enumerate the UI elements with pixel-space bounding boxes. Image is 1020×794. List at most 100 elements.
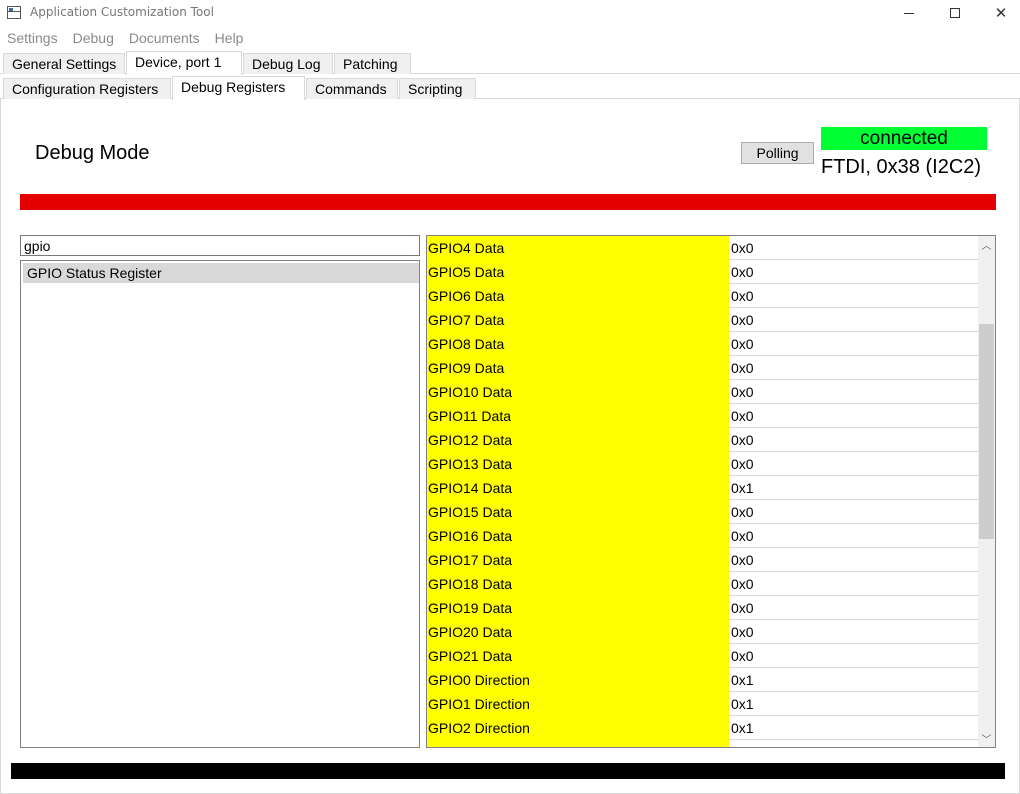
table-row[interactable]: GPIO21 Data 0x0: [427, 644, 978, 668]
tab-general-settings[interactable]: General Settings: [3, 53, 125, 74]
tab-patching[interactable]: Patching: [334, 53, 411, 74]
table-row[interactable]: GPIO8 Data 0x0: [427, 332, 978, 356]
device-tab-strip: General Settings Device, port 1 Debug Lo…: [0, 51, 1020, 75]
field-value-cell[interactable]: 0x0: [730, 524, 978, 548]
maximize-button[interactable]: [932, 0, 978, 26]
field-value-cell[interactable]: 0x0: [730, 260, 978, 284]
field-name-cell: [427, 740, 729, 747]
field-name-cell: GPIO21 Data: [427, 644, 729, 668]
field-name-cell: GPIO18 Data: [427, 572, 729, 596]
field-value-cell[interactable]: 0x0: [730, 356, 978, 380]
table-row[interactable]: GPIO6 Data 0x0: [427, 284, 978, 308]
scroll-up-icon[interactable]: ︿: [978, 236, 995, 253]
field-name-cell: GPIO9 Data: [427, 356, 729, 380]
field-name-cell: GPIO1 Direction: [427, 692, 729, 716]
field-value-cell[interactable]: [730, 740, 978, 747]
tab-commands[interactable]: Commands: [306, 78, 398, 99]
table-row[interactable]: GPIO10 Data 0x0: [427, 380, 978, 404]
connection-status-badge: connected: [821, 127, 987, 150]
field-name-cell: GPIO10 Data: [427, 380, 729, 404]
table-row[interactable]: GPIO9 Data 0x0: [427, 356, 978, 380]
close-button[interactable]: ✕: [978, 0, 1020, 26]
table-row[interactable]: GPIO4 Data 0x0: [427, 236, 978, 260]
table-row[interactable]: GPIO18 Data 0x0: [427, 572, 978, 596]
menu-help[interactable]: Help: [208, 27, 251, 49]
table-row[interactable]: GPIO2 Direction 0x1: [427, 716, 978, 740]
field-value-cell[interactable]: 0x1: [730, 668, 978, 692]
field-value-cell[interactable]: 0x0: [730, 428, 978, 452]
field-name-cell: GPIO2 Direction: [427, 716, 729, 740]
field-value-cell[interactable]: 0x0: [730, 236, 978, 260]
tab-debug-registers[interactable]: Debug Registers: [172, 76, 305, 100]
table-row[interactable]: GPIO7 Data 0x0: [427, 308, 978, 332]
register-field-grid: GPIO4 Data 0x0 GPIO5 Data 0x0 GPIO6 Data 0x0 G…: [426, 235, 996, 748]
field-name-cell: GPIO19 Data: [427, 596, 729, 620]
register-tab-strip: Configuration Registers Debug Registers …: [0, 76, 1020, 100]
table-row[interactable]: GPIO13 Data 0x0: [427, 452, 978, 476]
field-value-cell[interactable]: 0x1: [730, 716, 978, 740]
register-search-input[interactable]: [20, 235, 420, 256]
list-item[interactable]: GPIO Status Register: [23, 263, 419, 283]
minimize-button[interactable]: [886, 0, 932, 26]
table-row[interactable]: GPIO14 Data 0x1: [427, 476, 978, 500]
table-row[interactable]: GPIO1 Direction 0x1: [427, 692, 978, 716]
menu-settings[interactable]: Settings: [0, 27, 65, 49]
menu-documents[interactable]: Documents: [122, 27, 207, 49]
table-row[interactable]: GPIO0 Direction 0x1: [427, 668, 978, 692]
field-name-cell: GPIO20 Data: [427, 620, 729, 644]
field-name-cell: GPIO11 Data: [427, 404, 729, 428]
field-value-cell[interactable]: 0x1: [730, 692, 978, 716]
field-name-cell: GPIO0 Direction: [427, 668, 729, 692]
tab-device-port-1[interactable]: Device, port 1: [126, 51, 242, 75]
field-value-cell[interactable]: 0x0: [730, 284, 978, 308]
polling-button[interactable]: Polling: [741, 142, 814, 164]
field-value-cell[interactable]: 0x0: [730, 308, 978, 332]
connection-info: FTDI, 0x38 (I2C2): [821, 156, 982, 178]
field-value-cell[interactable]: 0x1: [730, 476, 978, 500]
field-value-cell[interactable]: 0x0: [730, 332, 978, 356]
table-row[interactable]: GPIO19 Data 0x0: [427, 596, 978, 620]
tab-debug-log[interactable]: Debug Log: [243, 53, 333, 74]
field-name-cell: GPIO16 Data: [427, 524, 729, 548]
tab-configuration-registers[interactable]: Configuration Registers: [3, 78, 171, 99]
field-value-cell[interactable]: 0x0: [730, 404, 978, 428]
field-value-cell[interactable]: 0x0: [730, 500, 978, 524]
field-value-cell[interactable]: 0x0: [730, 644, 978, 668]
field-name-cell: GPIO17 Data: [427, 548, 729, 572]
field-name-cell: GPIO7 Data: [427, 308, 729, 332]
field-name-cell: GPIO14 Data: [427, 476, 729, 500]
footer-status-bar: [11, 763, 1005, 779]
tab-scripting[interactable]: Scripting: [399, 78, 476, 99]
grid-scrollbar[interactable]: ︿ ﹀: [978, 236, 995, 747]
field-value-cell[interactable]: 0x0: [730, 596, 978, 620]
field-value-cell[interactable]: 0x0: [730, 380, 978, 404]
table-row[interactable]: GPIO15 Data 0x0: [427, 500, 978, 524]
maximize-icon: [950, 8, 960, 18]
table-row[interactable]: GPIO16 Data 0x0: [427, 524, 978, 548]
debug-mode-indicator-bar: [20, 194, 996, 210]
field-name-cell: GPIO12 Data: [427, 428, 729, 452]
field-name-cell: GPIO8 Data: [427, 332, 729, 356]
app-icon: [7, 6, 21, 19]
table-row[interactable]: GPIO11 Data 0x0: [427, 404, 978, 428]
field-value-cell[interactable]: 0x0: [730, 620, 978, 644]
register-list: GPIO Status Register: [20, 260, 420, 748]
window-title: Application Customization Tool: [30, 5, 214, 19]
field-value-cell[interactable]: 0x0: [730, 572, 978, 596]
field-name-cell: GPIO15 Data: [427, 500, 729, 524]
table-row[interactable]: GPIO17 Data 0x0: [427, 548, 978, 572]
minimize-icon: [904, 12, 914, 14]
table-row[interactable]: [427, 740, 978, 747]
table-row[interactable]: GPIO5 Data 0x0: [427, 260, 978, 284]
table-row[interactable]: GPIO20 Data 0x0: [427, 620, 978, 644]
page-title: Debug Mode: [35, 142, 150, 164]
close-icon: ✕: [994, 4, 1008, 22]
scroll-thumb[interactable]: [979, 324, 994, 539]
field-name-cell: GPIO4 Data: [427, 236, 729, 260]
table-row[interactable]: GPIO12 Data 0x0: [427, 428, 978, 452]
field-value-cell[interactable]: 0x0: [730, 548, 978, 572]
field-value-cell[interactable]: 0x0: [730, 452, 978, 476]
menu-bar: Settings Debug Documents Help: [0, 27, 1020, 49]
menu-debug[interactable]: Debug: [66, 27, 121, 49]
scroll-down-icon[interactable]: ﹀: [978, 730, 995, 747]
